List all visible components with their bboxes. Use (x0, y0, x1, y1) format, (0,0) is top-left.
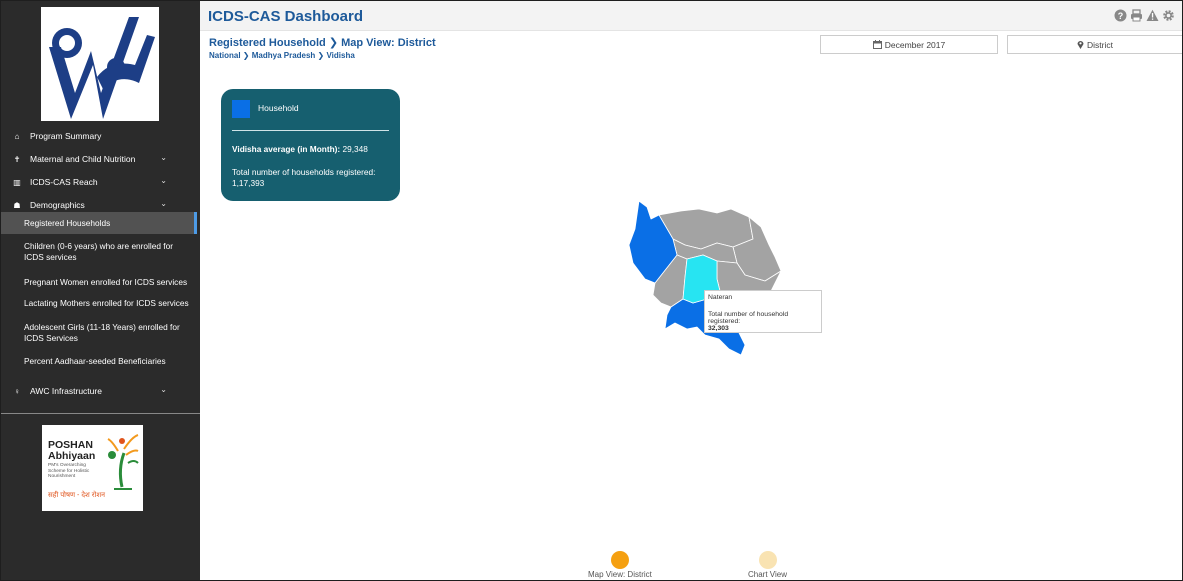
breadcrumb-national[interactable]: National (209, 51, 241, 60)
sidebar-item-awc-infrastructure[interactable]: ♀ AWC Infrastructure ⌄ (1, 380, 197, 402)
page-title-text: Registered Household (209, 37, 326, 49)
district-average: Vidisha average (in Month): 29,348 (232, 144, 368, 154)
tooltip-value: 32,303 (708, 325, 729, 332)
top-bar: ICDS-CAS Dashboard ? (200, 1, 1182, 31)
chevron-right-icon: ❯ (317, 51, 325, 60)
sidebar: ⌂ Program Summary ✝ Maternal and Child N… (1, 1, 200, 580)
chevron-right-icon: ❯ (328, 37, 339, 49)
header-icons: ? (1114, 9, 1175, 22)
map-marker-icon (1077, 41, 1084, 49)
sidebar-item-label: Program Summary (30, 131, 102, 141)
sidebar-item-label: ICDS-CAS Reach (30, 177, 98, 187)
chevron-down-icon: ⌄ (160, 153, 167, 162)
sidebar-item-label: Demographics (30, 200, 85, 210)
total-households-value: 1,17,393 (232, 178, 265, 188)
app-title: ICDS-CAS Dashboard (208, 8, 364, 25)
poshan-subtitle: Abhiyaan (48, 450, 96, 462)
district-average-value: 29,348 (342, 144, 368, 154)
poshan-tagline: PM's Overarching Scheme for Holistic Nou… (48, 463, 90, 480)
sidebar-divider (1, 413, 200, 414)
sidebar-item-label: Maternal and Child Nutrition (30, 154, 136, 164)
poshan-hindi-slogan: सही पोषण - देश रोशन (48, 492, 106, 499)
legend-label: Household (258, 103, 299, 113)
sidebar-subitem-label: Registered Households (24, 217, 111, 228)
chart-view-button[interactable] (759, 551, 777, 569)
chevron-down-icon: ⌄ (160, 199, 167, 208)
chart-view-label[interactable]: Chart View (748, 570, 787, 579)
map-view-label[interactable]: Map View: District (588, 570, 652, 579)
chevron-down-icon: ⌄ (160, 176, 167, 185)
svg-text:?: ? (1118, 11, 1124, 21)
sidebar-item-maternal-child-nutrition[interactable]: ✝ Maternal and Child Nutrition ⌄ (1, 148, 197, 170)
child-icon: ✝ (13, 154, 21, 164)
location-level-filter-button[interactable]: District (1007, 35, 1182, 54)
tooltip-block-name: Nateran (708, 294, 733, 301)
breadcrumb: National ❯ Madhya Pradesh ❯ Vidisha (209, 51, 355, 60)
chevron-right-icon: ❯ (242, 51, 250, 60)
sidebar-subitem-registered-households[interactable]: Registered Households (1, 212, 197, 234)
settings-icon[interactable] (1162, 9, 1175, 22)
sidebar-subitem-label: Lactating Mothers enrolled for ICDS serv… (24, 298, 189, 308)
sidebar-subitem-children-enrolled[interactable]: Children (0-6 years) who are enrolled fo… (1, 241, 197, 263)
district-map (628, 200, 782, 356)
help-icon[interactable]: ? (1114, 9, 1127, 22)
breadcrumb-state[interactable]: Madhya Pradesh (252, 51, 316, 60)
district-average-label: Vidisha average (in Month): (232, 144, 341, 154)
sidebar-subitem-adolescent-girls[interactable]: Adolescent Girls (11-18 Years) enrolled … (1, 322, 197, 344)
map-tooltip: Nateran Total number of household regist… (704, 290, 822, 333)
sidebar-subitem-label: Children (0-6 years) who are enrolled fo… (24, 241, 173, 262)
warning-icon[interactable] (1146, 9, 1159, 22)
calendar-icon (872, 40, 882, 49)
total-households-label: Total number of households registered: (232, 167, 376, 177)
print-icon[interactable] (1130, 9, 1143, 22)
sidebar-item-icds-cas-reach[interactable]: ▥ ICDS-CAS Reach ⌄ (1, 171, 197, 193)
total-households: Total number of households registered: 1… (232, 167, 392, 189)
sidebar-subitem-pregnant-women[interactable]: Pregnant Women enrolled for ICDS service… (1, 277, 197, 288)
sidebar-subitem-label: Adolescent Girls (11-18 Years) enrolled … (24, 322, 180, 343)
chevron-down-icon: ⌄ (160, 385, 167, 394)
date-filter-button[interactable]: December 2017 (820, 35, 998, 54)
date-filter-label: December 2017 (884, 39, 946, 50)
sidebar-item-program-summary[interactable]: ⌂ Program Summary (1, 125, 197, 147)
tooltip-label: Total number of household registered: (708, 311, 789, 325)
sidebar-subitem-lactating-mothers[interactable]: Lactating Mothers enrolled for ICDS serv… (1, 298, 197, 309)
sidebar-subitem-label: Pregnant Women enrolled for ICDS service… (24, 277, 188, 287)
bar-chart-icon: ▥ (13, 177, 21, 187)
people-icon: ☗ (13, 200, 21, 210)
breadcrumb-district: Vidisha (326, 51, 355, 60)
icds-logo (41, 7, 159, 121)
map-view-button[interactable] (611, 551, 629, 569)
poshan-abhiyaan-logo: POSHAN Abhiyaan PM's Overarching Scheme … (42, 425, 143, 511)
legend-swatch (232, 100, 250, 118)
location-level-label: District (1087, 39, 1113, 50)
home-icon: ⌂ (14, 131, 20, 141)
sidebar-subitem-label: Percent Aadhaar-seeded Beneficiaries (24, 356, 166, 366)
sidebar-subitem-aadhaar-seeded[interactable]: Percent Aadhaar-seeded Beneficiaries (1, 356, 197, 367)
info-card: Household Vidisha average (in Month): 29… (221, 89, 400, 201)
card-divider (232, 130, 389, 131)
sidebar-item-label: AWC Infrastructure (30, 386, 102, 396)
page-view-text: Map View: District (341, 37, 436, 49)
location-icon: ♀ (14, 386, 20, 396)
page-title: Registered Household ❯ Map View: Distric… (209, 36, 436, 49)
poshan-tree-icon (107, 434, 139, 490)
